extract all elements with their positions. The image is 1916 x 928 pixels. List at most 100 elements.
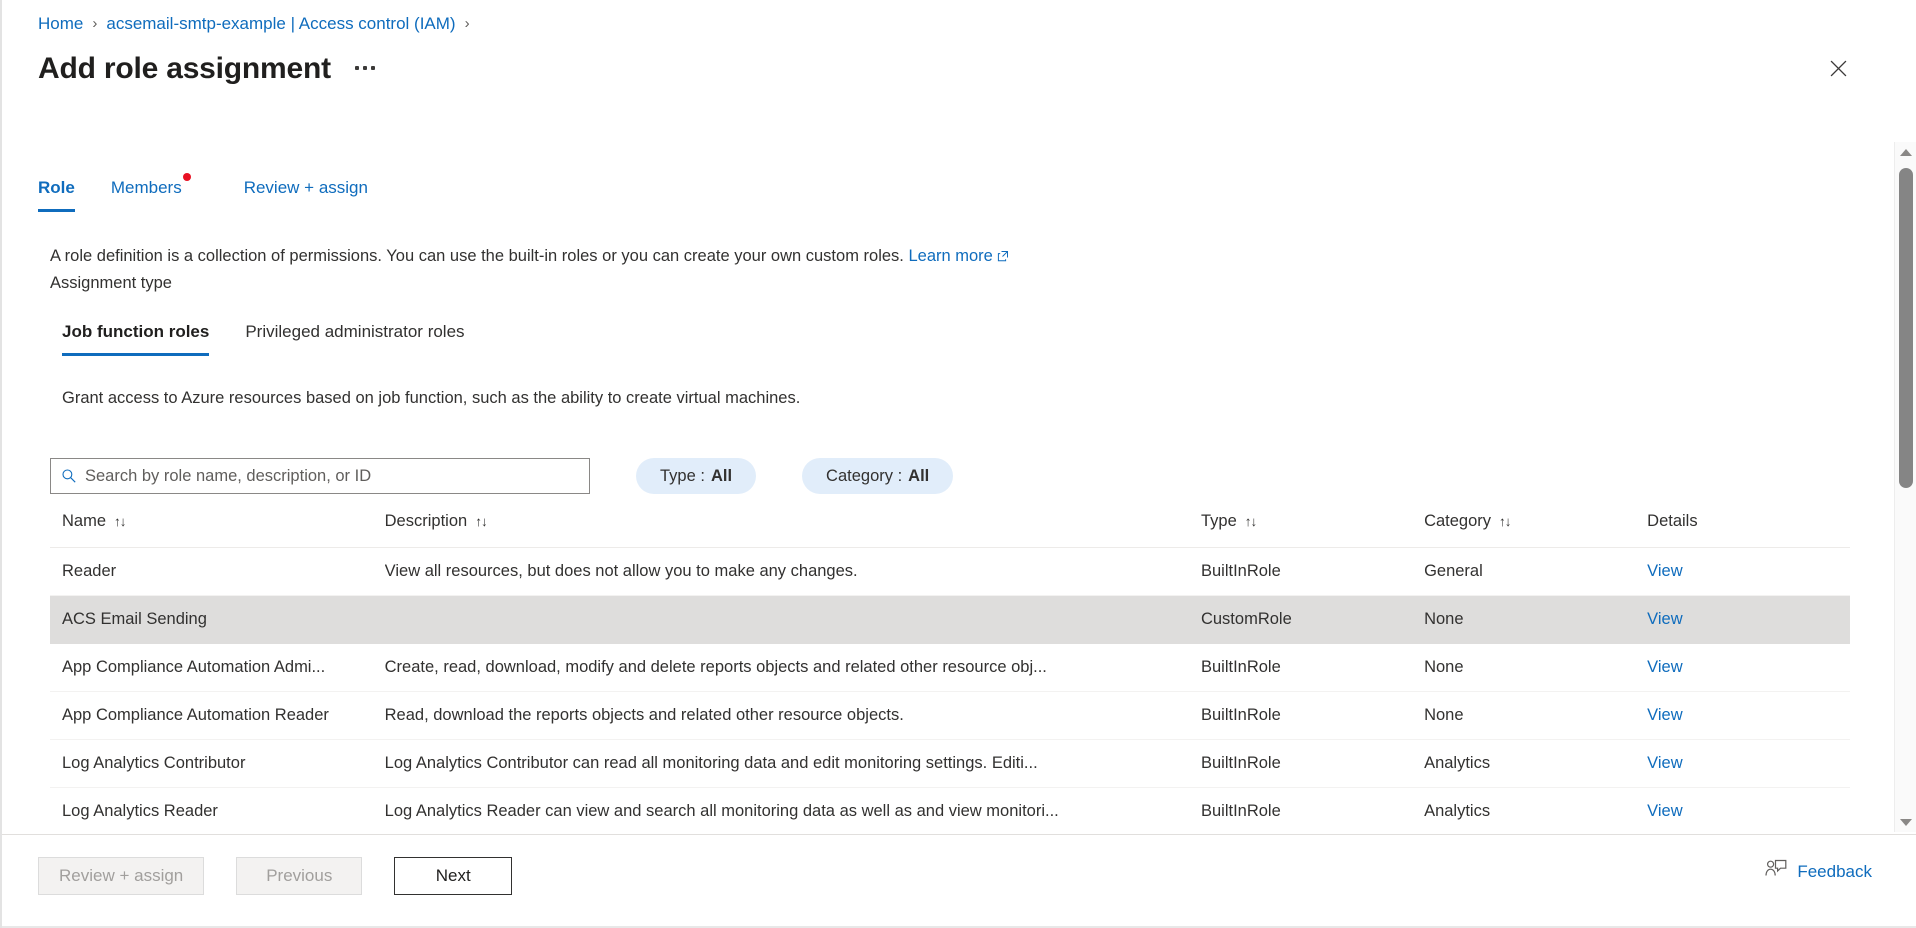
filter-pill-type[interactable]: Type : All [636, 458, 757, 494]
cell-name: App Compliance Automation Admi... [50, 643, 385, 692]
cell-description: Log Analytics Contributor can read all m… [384, 739, 1201, 788]
cell-name: Log Analytics Contributor [50, 739, 385, 788]
roles-table-container: Name ↑↓ Description ↑↓ Type ↑↓ Category ↑↓ D… [50, 512, 1850, 820]
chevron-right-icon: › [464, 15, 470, 32]
table-row[interactable]: App Compliance Automation Admi... Create,… [50, 643, 1850, 692]
tab-review-assign[interactable]: Review + assign [226, 176, 386, 212]
external-link-icon [997, 244, 1009, 271]
column-header-details-label: Details [1647, 512, 1698, 530]
cell-details[interactable]: View [1647, 691, 1850, 740]
learn-more-link[interactable]: Learn more [908, 247, 992, 265]
column-header-category-label: Category [1424, 512, 1492, 530]
assignment-type-tabs: Job function roles Privileged administra… [62, 320, 501, 356]
cell-category: None [1424, 691, 1648, 740]
cell-type: BuiltInRole [1200, 643, 1425, 692]
search-icon [61, 468, 77, 484]
search-box[interactable] [50, 458, 590, 494]
filter-pill-category-label: Category : [826, 466, 903, 485]
cell-category: Analytics [1424, 787, 1648, 820]
view-details-link[interactable]: View [1647, 562, 1682, 580]
wizard-tabs: Role Members Review + assign [38, 173, 386, 212]
title-row: Add role assignment [38, 50, 379, 88]
footer-buttons: Review + assign Previous Next [38, 857, 1880, 895]
breadcrumb-item-resource[interactable]: acsemail-smtp-example | Access control (… [106, 13, 455, 35]
cell-details[interactable]: View [1647, 547, 1850, 596]
filter-pill-type-value: All [710, 466, 733, 485]
cell-description: View all resources, but does not allow y… [384, 547, 1201, 596]
table-row[interactable]: Reader View all resources, but does not a… [50, 547, 1850, 596]
review-assign-button[interactable]: Review + assign [38, 857, 205, 895]
search-input[interactable] [85, 466, 579, 486]
cell-name: App Compliance Automation Reader [50, 691, 385, 740]
cell-category: Analytics [1424, 739, 1648, 788]
cell-details[interactable]: View [1647, 787, 1850, 820]
subtab-privileged-administrator-roles[interactable]: Privileged administrator roles [245, 320, 464, 356]
column-header-type[interactable]: Type ↑↓ [1200, 512, 1425, 548]
next-button[interactable]: Next [394, 857, 513, 895]
scrollbar-thumb[interactable] [1899, 168, 1913, 488]
tab-members[interactable]: Members [93, 173, 200, 212]
roles-table-head: Name ↑↓ Description ↑↓ Type ↑↓ Category ↑↓ D… [50, 512, 1850, 548]
roles-table-body: Reader View all resources, but does not a… [50, 547, 1850, 820]
cell-name-text: ACS Email Sending [62, 610, 207, 628]
sort-arrows-icon: ↑↓ [114, 514, 126, 529]
role-description: A role definition is a collection of per… [50, 243, 1009, 271]
vertical-scrollbar[interactable] [1894, 142, 1916, 832]
table-row[interactable]: ACS Email Sending CustomRole None View [50, 595, 1850, 644]
cell-description: Create, read, download, modify and delet… [384, 643, 1201, 692]
cell-details[interactable]: View [1647, 643, 1850, 692]
cell-type: BuiltInRole [1200, 547, 1425, 596]
cell-name-text: App Compliance Automation Admi... [62, 658, 326, 676]
table-row[interactable]: Log Analytics Contributor Log Analytics C… [50, 739, 1850, 788]
role-description-text: A role definition is a collection of per… [50, 247, 904, 265]
cell-category-text: None [1424, 706, 1464, 724]
subtab-job-function-roles-label: Job function roles [62, 322, 210, 341]
view-details-link[interactable]: View [1647, 802, 1682, 820]
feedback-label: Feedback [1797, 861, 1872, 881]
tab-members-alert-dot-icon [182, 173, 191, 181]
column-header-description-label: Description [384, 512, 468, 530]
table-row[interactable]: App Compliance Automation Reader Read, do… [50, 691, 1850, 740]
cell-type-text: CustomRole [1200, 610, 1292, 628]
cell-category-text: None [1424, 610, 1464, 628]
cell-type-text: BuiltInRole [1200, 562, 1281, 580]
cell-category: General [1424, 547, 1648, 596]
cell-name: Reader [50, 547, 385, 596]
table-row[interactable]: Log Analytics Reader Log Analytics Reader… [50, 787, 1850, 820]
roles-table: Name ↑↓ Description ↑↓ Type ↑↓ Category ↑↓ D… [50, 512, 1850, 820]
subtab-job-function-roles[interactable]: Job function roles [62, 320, 210, 356]
scroll-down-arrow-icon[interactable] [1895, 812, 1916, 832]
cell-details[interactable]: View [1647, 595, 1850, 644]
view-details-link[interactable]: View [1647, 658, 1682, 676]
table-header-row: Name ↑↓ Description ↑↓ Type ↑↓ Category ↑↓ D… [50, 512, 1850, 548]
filter-pill-category-value: All [908, 466, 930, 485]
column-header-type-label: Type [1200, 512, 1237, 530]
page-title: Add role assignment [38, 52, 331, 85]
view-details-link[interactable]: View [1647, 706, 1682, 724]
cell-type: BuiltInRole [1200, 739, 1425, 788]
column-header-description[interactable]: Description ↑↓ [384, 512, 1201, 548]
tab-role[interactable]: Role [38, 176, 93, 212]
cell-description [384, 595, 1201, 644]
filter-pill-category[interactable]: Category : All [802, 458, 954, 494]
grant-access-text: Grant access to Azure resources based on… [62, 389, 801, 407]
filter-pill-type-label: Type : [660, 466, 705, 485]
view-details-link[interactable]: View [1647, 610, 1682, 628]
cell-category-text: None [1424, 658, 1464, 676]
cell-type-text: BuiltInRole [1200, 658, 1281, 676]
view-details-link[interactable]: View [1647, 754, 1682, 772]
cell-description: Read, download the reports objects and r… [384, 691, 1201, 740]
column-header-name[interactable]: Name ↑↓ [50, 512, 385, 548]
cell-type-text: BuiltInRole [1200, 706, 1281, 724]
cell-type: BuiltInRole [1200, 787, 1425, 820]
cell-name: Log Analytics Reader [50, 787, 385, 820]
feedback-link[interactable]: Feedback [1765, 859, 1872, 884]
previous-button[interactable]: Previous [236, 857, 363, 895]
close-icon[interactable] [1822, 52, 1854, 84]
scroll-up-arrow-icon[interactable] [1895, 142, 1916, 162]
breadcrumb-item-home[interactable]: Home [38, 13, 83, 35]
column-header-category[interactable]: Category ↑↓ [1424, 512, 1648, 548]
feedback-icon [1765, 859, 1787, 884]
more-commands-icon[interactable] [351, 58, 379, 80]
cell-details[interactable]: View [1647, 739, 1850, 788]
